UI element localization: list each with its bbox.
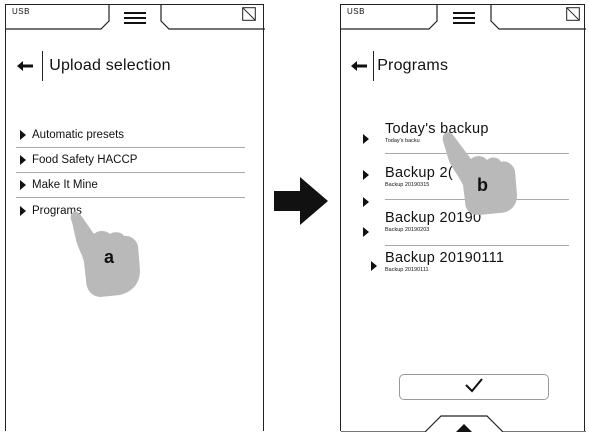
page-title: Programs xyxy=(377,57,449,74)
right-arrow-icon xyxy=(272,175,330,232)
divider xyxy=(385,245,569,246)
triangle-right-icon xyxy=(20,205,26,216)
triangle-right-icon xyxy=(20,180,26,190)
menu-item-label: Automatic presets xyxy=(32,129,125,141)
page-title: Upload selection xyxy=(49,57,171,74)
triangle-right-icon xyxy=(363,197,369,207)
menu-item-label: Make It Mine xyxy=(32,179,98,191)
callout-label-a: a xyxy=(104,247,115,267)
menu-item-automatic-presets[interactable]: Automatic presets xyxy=(16,123,245,148)
menu-item-food-safety[interactable]: Food Safety HACCP xyxy=(16,148,245,173)
triangle-right-icon xyxy=(363,170,369,180)
triangle-right-icon xyxy=(363,134,369,144)
callout-label-b: b xyxy=(477,175,488,195)
menu-item-make-it-mine[interactable]: Make It Mine xyxy=(16,173,245,198)
program-name: Backup 20190111 xyxy=(385,250,505,266)
hamburger-icon[interactable] xyxy=(452,11,476,25)
checkmark-icon xyxy=(464,377,484,398)
left-arrow-icon[interactable] xyxy=(16,57,34,75)
crossed-box-icon[interactable] xyxy=(242,7,256,21)
left-arrow-icon[interactable] xyxy=(350,57,368,75)
header-divider xyxy=(42,51,44,81)
header: Upload selection xyxy=(16,51,171,81)
program-subtitle: Backup 20190111 xyxy=(385,267,429,273)
hamburger-icon[interactable] xyxy=(123,11,147,25)
triangle-right-icon xyxy=(20,130,26,140)
header: Programs xyxy=(350,51,448,81)
pointing-hand-icon-a: a xyxy=(60,200,145,305)
header-divider xyxy=(373,51,375,81)
triangle-right-icon xyxy=(20,155,26,165)
pointing-hand-icon-b: b xyxy=(437,125,527,230)
triangle-right-icon xyxy=(363,227,369,237)
menu-item-label: Food Safety HACCP xyxy=(32,154,138,166)
confirm-button[interactable] xyxy=(399,374,549,400)
crossed-box-icon[interactable] xyxy=(566,7,580,21)
program-item-backup-20190111[interactable]: Backup 20190111 Backup 20190111 xyxy=(385,250,584,273)
triangle-right-icon xyxy=(371,261,377,271)
up-triangle-icon[interactable] xyxy=(455,420,473,438)
